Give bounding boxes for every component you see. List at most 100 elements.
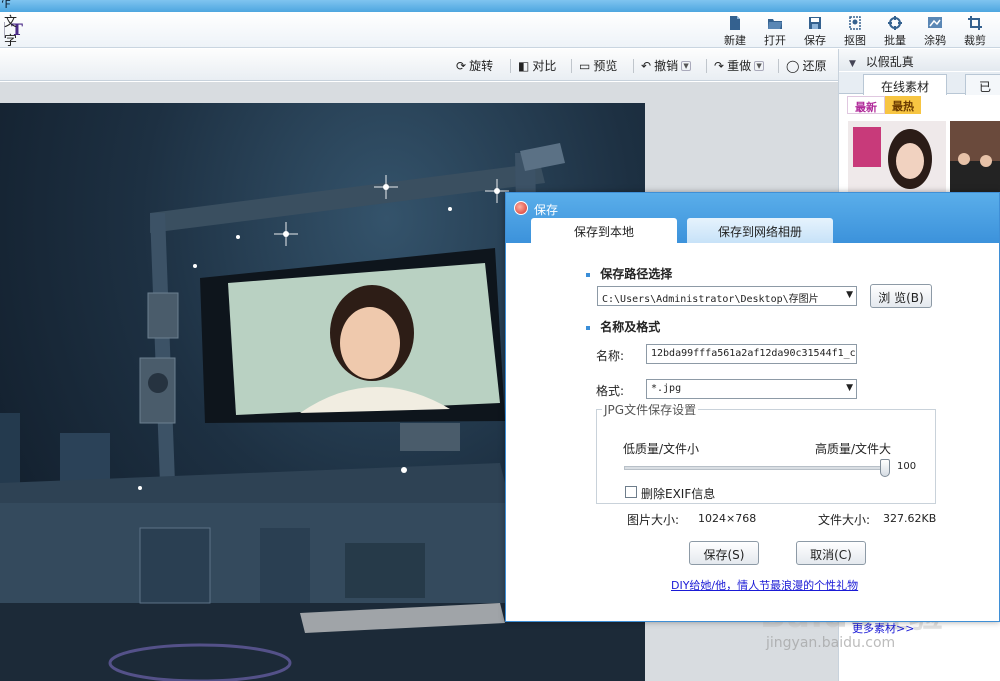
window-title: ‘F xyxy=(1,0,11,11)
dialog-title-bar[interactable]: 保存 保存到本地 保存到网络相册 xyxy=(506,193,999,243)
crop-icon xyxy=(968,16,982,30)
remove-exif-label: 删除EXIF信息 xyxy=(641,487,716,501)
edit-divider xyxy=(510,58,511,73)
new-button-label: 新建 xyxy=(724,34,746,47)
subtab-hottest[interactable]: 最热 xyxy=(885,96,921,114)
restore-button[interactable]: ◯ 还原 xyxy=(778,57,826,74)
save-icon xyxy=(809,17,821,29)
compare-icon: ◧ xyxy=(518,58,530,73)
redo-label: 重做 xyxy=(727,59,752,73)
section-path-label: 保存路径选择 xyxy=(600,267,673,281)
dialog-cancel-button[interactable]: 取消(C) xyxy=(796,541,866,565)
open-button-label: 打开 xyxy=(764,34,786,47)
browse-button[interactable]: 浏 览(B) xyxy=(870,284,932,308)
format-select[interactable]: *.jpg ▼ xyxy=(646,379,857,399)
material-subtabs: 最新 最热 xyxy=(847,96,921,114)
redo-icon: ↷ xyxy=(714,58,725,73)
remove-exif-checkbox[interactable] xyxy=(625,486,637,498)
save-path-value: C:\Users\Administrator\Desktop\存图片 xyxy=(602,294,819,305)
edit-toolbar: ⟳ 旋转 ◧ 对比 ▭ 预览 ↶ 撤销 ▼ ↷ 重做 ▼ ◯ 还原 xyxy=(0,49,838,81)
open-button[interactable]: 打开 xyxy=(757,15,793,47)
undo-button[interactable]: ↶ 撤销 ▼ xyxy=(633,57,692,74)
cutout-button[interactable]: 抠图 xyxy=(837,15,873,47)
name-label: 名称: xyxy=(596,349,625,363)
tab-online-material[interactable]: 在线素材 xyxy=(863,74,947,95)
crop-button-label: 裁剪 xyxy=(964,34,986,47)
magazine-cover-thumbnail xyxy=(848,121,946,193)
rotate-icon: ⟳ xyxy=(456,58,467,73)
crop-button[interactable]: 裁剪 xyxy=(957,15,993,47)
chevron-down-icon: ▼ xyxy=(846,383,853,393)
material-panel-title: 以假乱真 xyxy=(865,55,914,69)
material-thumbnail[interactable] xyxy=(950,121,1000,193)
undo-icon: ↶ xyxy=(641,58,652,73)
quality-value: 100 xyxy=(897,461,917,472)
save-dialog: 保存 保存到本地 保存到网络相册 保存路径选择 C:\Users\Adminis… xyxy=(505,192,1000,622)
quality-slider-track[interactable] xyxy=(624,466,884,470)
file-size-value: 327.62KB xyxy=(883,512,937,525)
preview-icon: ▭ xyxy=(579,58,591,73)
dialog-save-button[interactable]: 保存(S) xyxy=(689,541,759,565)
batch-button-label: 批量 xyxy=(884,34,906,47)
cutout-icon xyxy=(849,16,861,30)
save-path-select[interactable]: C:\Users\Administrator\Desktop\存图片 ▼ xyxy=(597,286,857,306)
undo-dropdown-icon[interactable]: ▼ xyxy=(681,60,692,71)
tab-save-album[interactable]: 保存到网络相册 xyxy=(687,218,833,243)
text-tool[interactable]: T 文字 xyxy=(4,15,23,49)
compare-label: 对比 xyxy=(532,59,557,73)
rotate-button[interactable]: ⟳ 旋转 xyxy=(456,57,493,74)
more-material-link[interactable]: 更多素材>> xyxy=(852,620,914,636)
watermark-url: jingyan.baidu.com xyxy=(766,635,896,651)
redo-button[interactable]: ↷ 重做 ▼ xyxy=(706,57,765,74)
file-size-label: 文件大小: xyxy=(818,513,871,527)
redo-dropdown-icon[interactable]: ▼ xyxy=(754,60,765,71)
batch-button[interactable]: 批量 xyxy=(877,15,913,47)
doodle-button[interactable]: 涂鸦 xyxy=(917,15,953,47)
rotate-label: 旋转 xyxy=(469,59,494,73)
preview-button[interactable]: ▭ 预览 xyxy=(571,57,617,74)
undo-label: 撤销 xyxy=(654,59,679,73)
high-quality-label: 高质量/文件大 xyxy=(815,442,892,456)
subtab-newest[interactable]: 最新 xyxy=(847,96,885,114)
collapse-arrow-icon: ▼ xyxy=(849,59,856,69)
promo-link[interactable]: DIY给她/他，情人节最浪漫的个性礼物 xyxy=(671,577,858,593)
preview-label: 预览 xyxy=(593,59,618,73)
image-size-value: 1024×768 xyxy=(698,512,757,525)
new-button[interactable]: 新建 xyxy=(717,15,753,47)
window-title-bar: ‘F xyxy=(0,0,1000,12)
compare-button[interactable]: ◧ 对比 xyxy=(510,57,556,74)
restore-label: 还原 xyxy=(802,59,827,73)
material-tabs: 在线素材 已 xyxy=(839,72,1000,95)
format-label: 格式: xyxy=(596,384,625,398)
doodle-button-label: 涂鸦 xyxy=(924,34,946,47)
edit-divider xyxy=(571,58,572,73)
doodle-icon xyxy=(928,17,942,28)
save-button[interactable]: 保存 xyxy=(797,15,833,47)
cutout-button-label: 抠图 xyxy=(844,34,866,47)
app-logo-icon xyxy=(514,201,528,215)
filename-value: 12bda99fffa561a2af12da90c31544f1_co xyxy=(651,348,857,359)
chevron-down-icon: ▼ xyxy=(846,290,853,300)
edit-divider xyxy=(633,58,634,73)
open-folder-icon xyxy=(768,19,782,29)
edit-divider xyxy=(778,58,779,73)
section-name-label: 名称及格式 xyxy=(600,320,661,334)
section-name-heading: 名称及格式 xyxy=(586,318,660,335)
batch-icon xyxy=(888,16,902,30)
material-thumbnail[interactable] xyxy=(848,121,946,193)
text-tool-label: 文字 xyxy=(4,14,20,49)
tab-save-local[interactable]: 保存到本地 xyxy=(531,218,677,243)
image-size-label: 图片大小: xyxy=(627,513,680,527)
material-panel-header[interactable]: ▼ 以假乱真 xyxy=(839,49,1000,71)
filename-input[interactable]: 12bda99fffa561a2af12da90c31544f1_co xyxy=(646,344,857,364)
jpg-settings-title: JPG文件保存设置 xyxy=(602,401,699,418)
save-button-label: 保存 xyxy=(804,34,826,47)
dialog-title: 保存 xyxy=(534,203,559,217)
tab-downloaded[interactable]: 已 xyxy=(965,74,1000,95)
restore-icon: ◯ xyxy=(786,58,800,73)
section-path-heading: 保存路径选择 xyxy=(586,265,672,282)
new-file-icon xyxy=(730,16,740,30)
quality-slider-thumb[interactable] xyxy=(880,459,890,477)
group-photo-thumbnail xyxy=(950,121,1000,193)
edit-divider xyxy=(706,58,707,73)
